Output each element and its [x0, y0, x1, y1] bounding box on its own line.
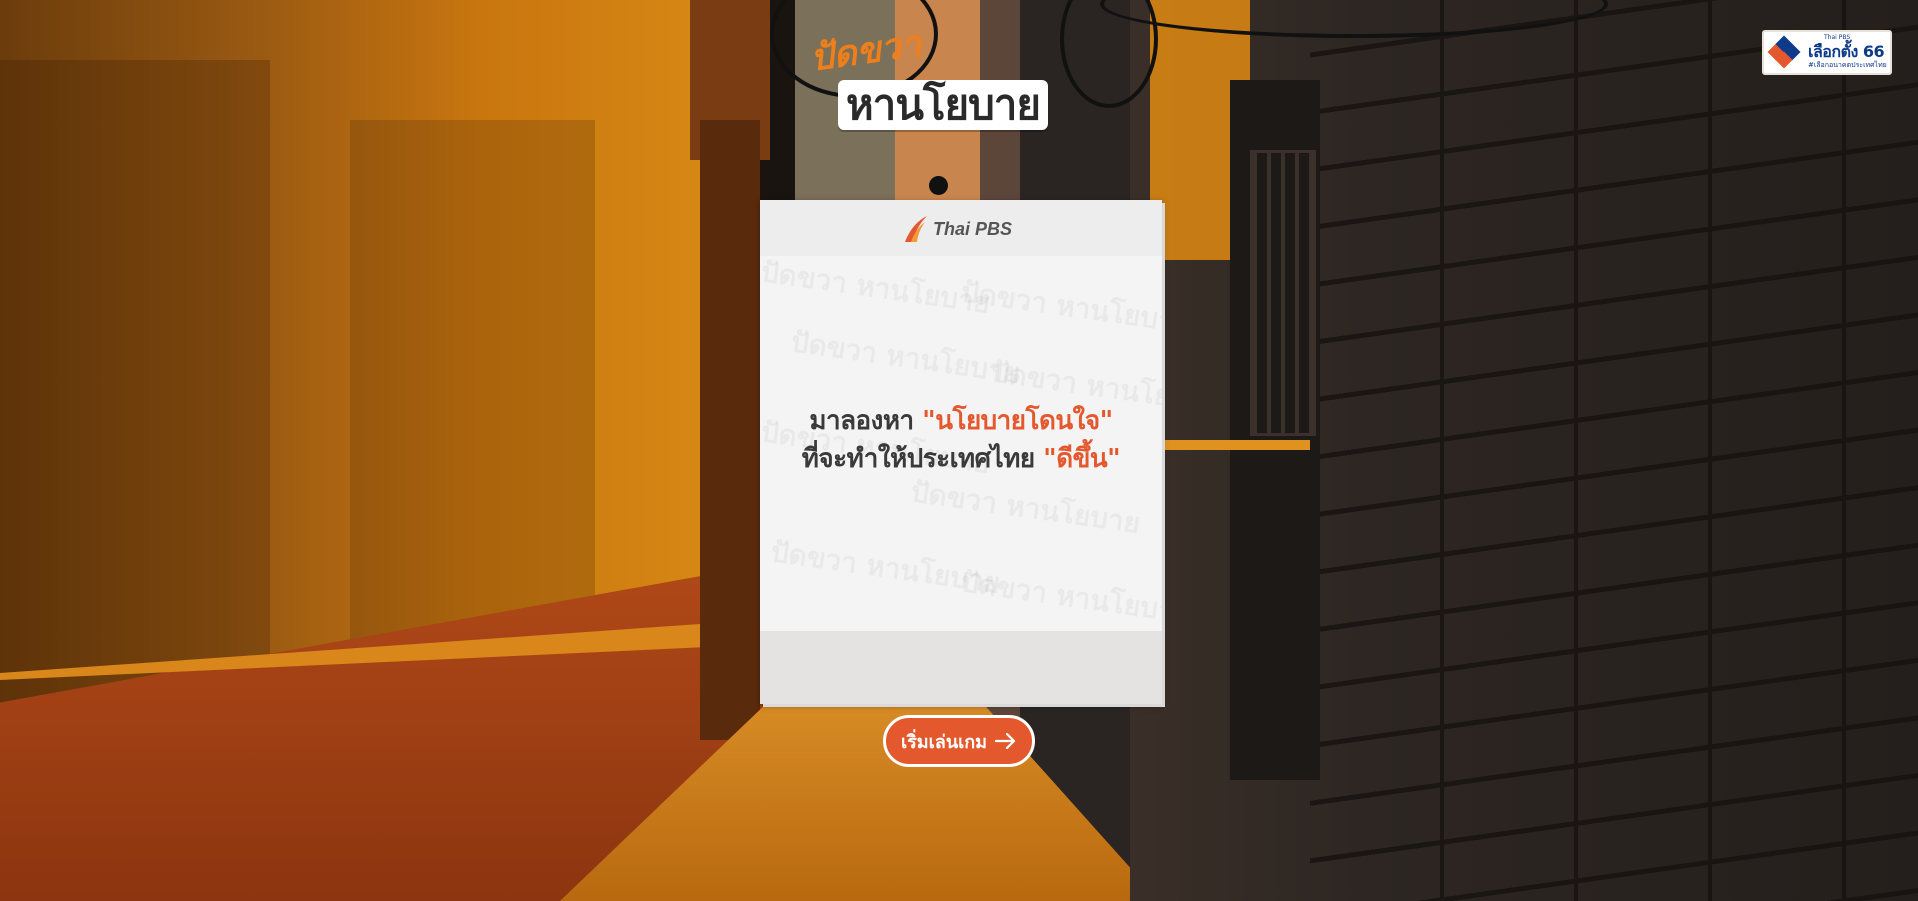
arrow-right-icon	[995, 733, 1016, 749]
brick-wall	[1310, 0, 1918, 901]
door	[700, 120, 760, 740]
watermark-text: ปัดขวา หานโยบาย	[908, 470, 1143, 546]
intro-card: Thai PBS ปัดขวา หานโยบาย ปัดขวา หานโยบาย…	[760, 200, 1162, 704]
start-game-label: เริ่มเล่นเกม	[900, 731, 988, 753]
thai-pbs-text: Thai PBS	[933, 218, 1013, 239]
election-diamond-logo-icon	[1767, 35, 1801, 69]
card-header: Thai PBS	[760, 200, 1162, 256]
barred-window	[1250, 150, 1316, 436]
start-game-button[interactable]: เริ่มเล่นเกม	[883, 715, 1035, 767]
show-logo: ปัดขวา หานโยบาย	[808, 22, 1090, 132]
show-logo-line1: ปัดขวา	[807, 23, 924, 80]
card-message: มาลองหา "นโยบายโดนใจ" ที่จะทำให้ประเทศไท…	[760, 402, 1162, 478]
left-wall-panel	[350, 120, 595, 640]
show-logo-line2: หานโยบาย	[838, 80, 1049, 130]
card-footer	[760, 631, 1162, 704]
watermark-text: ปัดขวา หานโยบาย	[788, 320, 1023, 396]
watermark-text: ปัดขวา หานโยบาย	[760, 250, 993, 326]
election-badge[interactable]: Thai PBS เลือกตั้ง 66 #เลือกอนาคตประเทศไ…	[1762, 30, 1892, 75]
ledge	[1150, 440, 1310, 450]
watermark-text: ปัดขวา หานโยบาย	[958, 270, 1162, 346]
message-highlight: "นโยบายโดนใจ"	[922, 406, 1113, 436]
message-line2: ที่จะทำให้ประเทศไทย "ดีขึ้น"	[801, 444, 1121, 474]
left-wall-panel	[0, 60, 270, 720]
message-highlight: "ดีขึ้น"	[1043, 444, 1121, 474]
message-line1: มาลองหา "นโยบายโดนใจ"	[809, 406, 1113, 436]
watermark-text: ปัดขวา หานโยบาย	[958, 560, 1162, 636]
nail-icon	[929, 176, 948, 195]
badge-subtitle: #เลือกอนาคตประเทศไทย	[1808, 61, 1887, 69]
thai-pbs-logo: Thai PBS	[903, 214, 1012, 244]
thai-pbs-feather-icon	[905, 216, 927, 242]
